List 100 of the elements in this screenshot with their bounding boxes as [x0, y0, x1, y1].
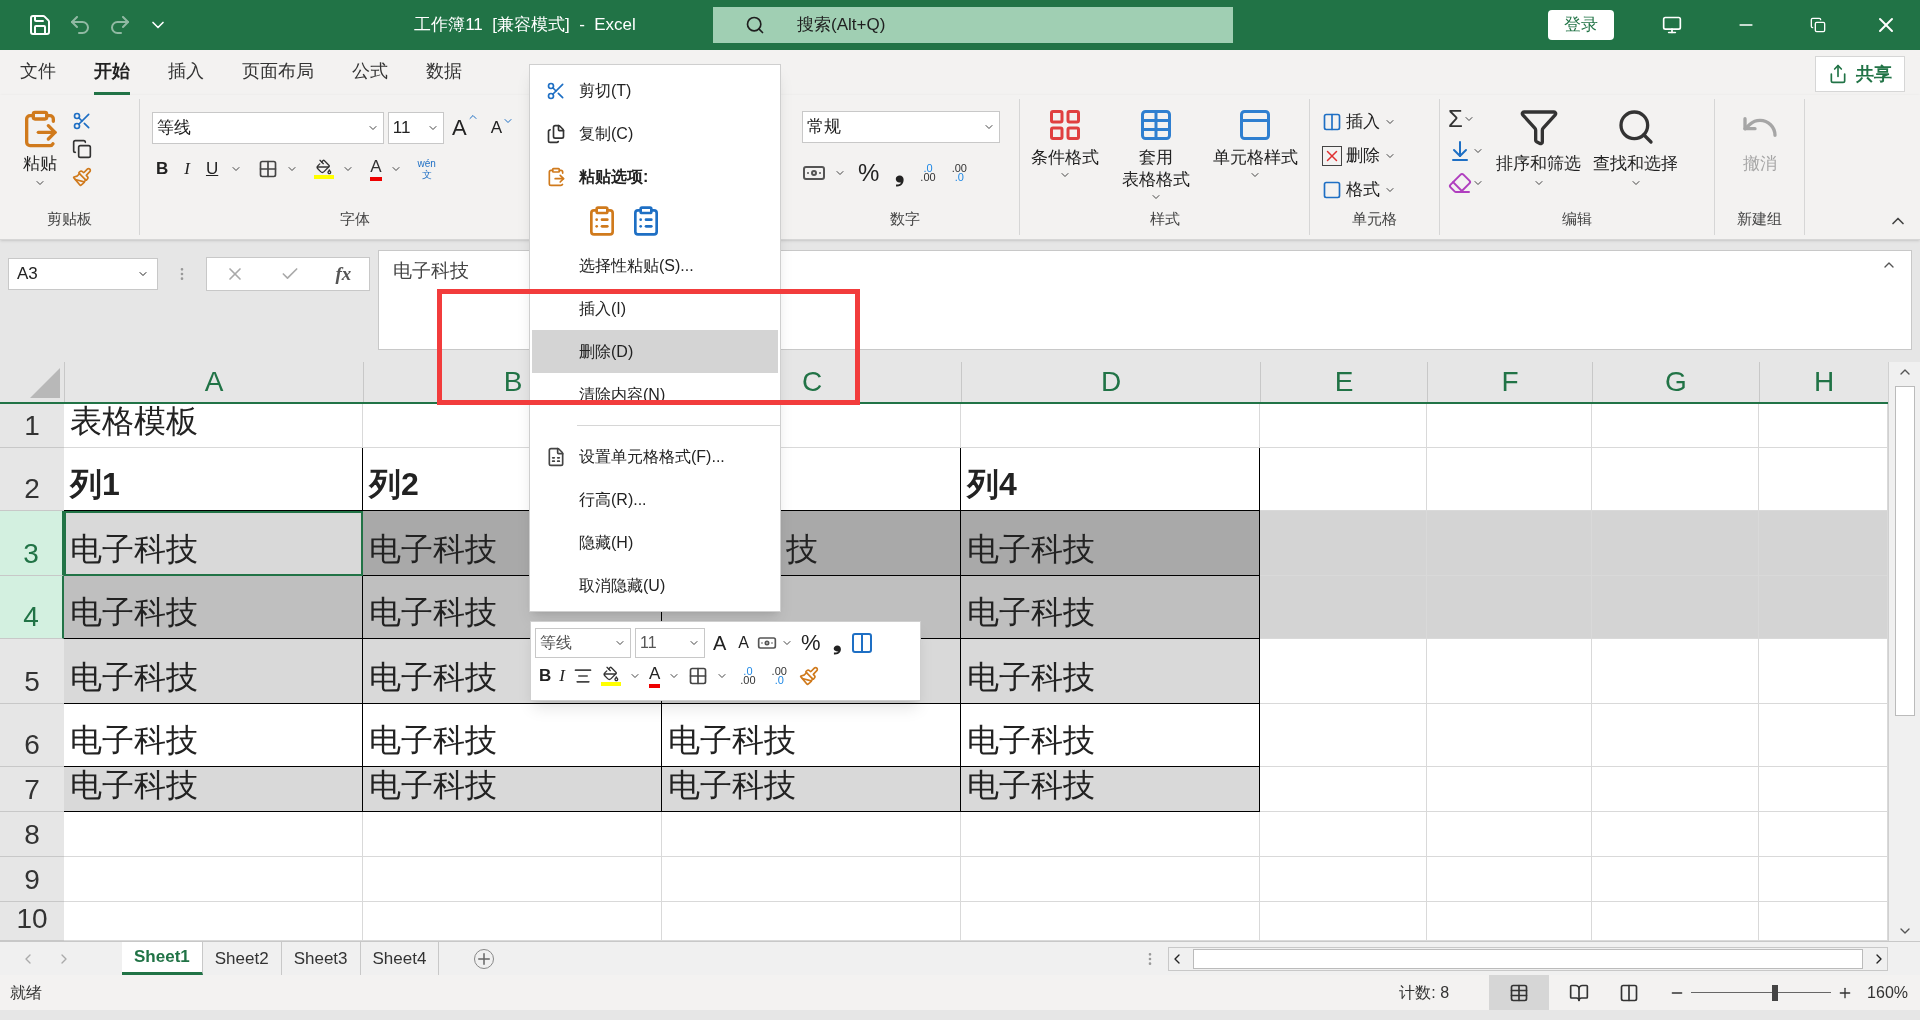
share-button[interactable]: 共享 [1815, 56, 1905, 92]
font-color-button[interactable]: A [370, 156, 382, 181]
editing-button[interactable]: 排序和筛选 [1496, 107, 1581, 207]
row-header[interactable]: 4 [0, 576, 64, 639]
bold-button[interactable]: B [152, 156, 173, 182]
normal-view-icon[interactable] [1509, 982, 1530, 1003]
ribbon-tab[interactable]: 页面布局 [242, 58, 314, 95]
decimal-button[interactable]: .0 .00 [736, 666, 760, 685]
font-size-field[interactable]: 11 [635, 627, 705, 658]
decimal-button[interactable]: .00 .0 [947, 164, 971, 182]
scroll-thumb[interactable] [1193, 948, 1863, 969]
horizontal-scrollbar[interactable] [1168, 946, 1888, 971]
save-icon[interactable] [28, 13, 52, 37]
column-header[interactable]: A [64, 362, 363, 402]
decimal-button[interactable]: .00 .0 [767, 666, 791, 685]
font-size-field[interactable]: 11 [387, 111, 444, 144]
style-button[interactable]: 条件格式 [1031, 107, 1100, 207]
format-painter-icon[interactable] [72, 167, 92, 187]
table-cell[interactable]: 电子科技 [64, 576, 363, 639]
column-header[interactable]: G [1592, 362, 1759, 402]
table-cell[interactable]: 电子科技 [64, 639, 363, 704]
table-cell[interactable]: 电子科技 [662, 704, 961, 767]
paste-button[interactable]: 粘贴 [20, 107, 60, 207]
table-cell[interactable]: 电子科技 [363, 704, 662, 767]
comma-button[interactable]: ❟ [828, 626, 846, 659]
fill-color-icon[interactable] [314, 158, 335, 179]
table-cell[interactable]: 电子科技 [961, 511, 1260, 576]
ribbon-tab[interactable]: 插入 [168, 58, 204, 95]
table-cell[interactable]: 电子科技 [64, 704, 363, 767]
editing-button[interactable]: 查找和选择 [1593, 107, 1678, 207]
column-header[interactable]: F [1427, 362, 1592, 402]
grow-font-button[interactable]: A [709, 627, 731, 658]
decimal-button[interactable]: .0 .00 [916, 164, 940, 182]
cut-icon[interactable] [72, 111, 92, 131]
comma-button[interactable]: ❟ [891, 155, 909, 191]
percent-button[interactable]: % [854, 155, 884, 191]
group-label: 字体 [340, 210, 370, 227]
cells-button[interactable]: 插入 [1322, 107, 1427, 137]
menu-item[interactable]: 剪切(T) [532, 69, 778, 112]
table-cell[interactable]: 表格模板 [64, 404, 363, 448]
zoom-slider[interactable] [1691, 982, 1832, 1003]
search-icon [745, 15, 765, 35]
borders-icon[interactable] [688, 665, 709, 686]
shrink-font-button[interactable]: A [486, 114, 518, 141]
scroll-thumb[interactable] [1894, 386, 1915, 716]
grow-font-button[interactable]: A [447, 111, 483, 144]
page-layout-icon[interactable] [1569, 982, 1590, 1003]
copy-icon[interactable] [72, 139, 92, 159]
eraser-icon[interactable] [1448, 171, 1472, 195]
italic-button[interactable]: I [180, 156, 194, 182]
merge-center-icon[interactable] [849, 630, 874, 655]
column-header[interactable]: E [1260, 362, 1427, 402]
menu-item[interactable]: 插入(I) [532, 287, 778, 330]
page-break-icon[interactable] [1619, 982, 1640, 1003]
row-header[interactable]: 3 [0, 511, 64, 576]
name-box[interactable]: A3 [8, 258, 158, 290]
sheet-tab[interactable]: Sheet1 [122, 942, 203, 975]
cells-button[interactable]: 删除 [1322, 141, 1427, 171]
autosum-button[interactable]: Σ [1448, 107, 1463, 131]
shrink-font-button[interactable]: A [734, 630, 753, 655]
restore-icon[interactable] [1810, 17, 1826, 33]
table-cell[interactable]: 列1 [64, 448, 363, 511]
number-format-field[interactable]: 常规 [802, 111, 1000, 143]
table-cell[interactable]: 电子科技 [961, 639, 1260, 704]
style-button[interactable]: 套用 表格格式 [1122, 107, 1190, 207]
table-cell[interactable]: 电子科技 [662, 767, 961, 812]
table-cell[interactable]: 电子科技 [961, 767, 1260, 812]
login-button[interactable]: 登录 [1548, 10, 1614, 40]
italic-button[interactable]: I [559, 663, 565, 689]
borders-icon[interactable] [258, 158, 279, 179]
cells-button[interactable]: 格式 [1322, 175, 1427, 205]
table-cell[interactable]: 电子科技 [64, 767, 363, 812]
font-field[interactable]: 等线 [535, 627, 631, 658]
percent-button[interactable]: % [797, 626, 825, 659]
insert-function-button[interactable]: fx [335, 259, 352, 289]
menu-item[interactable]: 复制(C) [532, 112, 778, 155]
search-field[interactable]: 搜索(Alt+Q) [713, 7, 1233, 43]
table-cell[interactable]: 电子科技 [363, 767, 662, 812]
cut-icon [545, 80, 566, 101]
format-painter-icon[interactable] [798, 665, 819, 686]
column-header[interactable]: D [961, 362, 1260, 402]
font-field[interactable]: 等线 [152, 111, 384, 144]
table-cell[interactable]: 电子科技 [64, 511, 363, 576]
underline-button[interactable]: U [201, 156, 223, 182]
menu-item[interactable]: 删除(D) [532, 330, 778, 373]
table-cell[interactable]: 电子科技 [961, 576, 1260, 639]
zoom-thumb[interactable] [1772, 984, 1779, 1001]
ribbon-tab[interactable]: 公式 [352, 58, 388, 95]
font-color-button[interactable]: A [648, 663, 661, 688]
ribbon-display-icon[interactable] [1662, 15, 1682, 35]
bold-button[interactable]: B [539, 663, 552, 689]
vertical-scrollbar[interactable] [1888, 362, 1920, 941]
style-button[interactable]: 单元格样式 [1212, 107, 1298, 207]
ribbon-tab[interactable]: 数据 [426, 58, 462, 95]
table-cell[interactable]: 列4 [961, 448, 1260, 511]
fill-color-icon[interactable] [600, 665, 621, 686]
table-cell[interactable]: 电子科技 [961, 704, 1260, 767]
phonetic-button[interactable]: wén 文 [417, 157, 436, 180]
ribbon-tab[interactable]: 文件 [20, 58, 56, 95]
group-label: 单元格 [1352, 210, 1397, 227]
